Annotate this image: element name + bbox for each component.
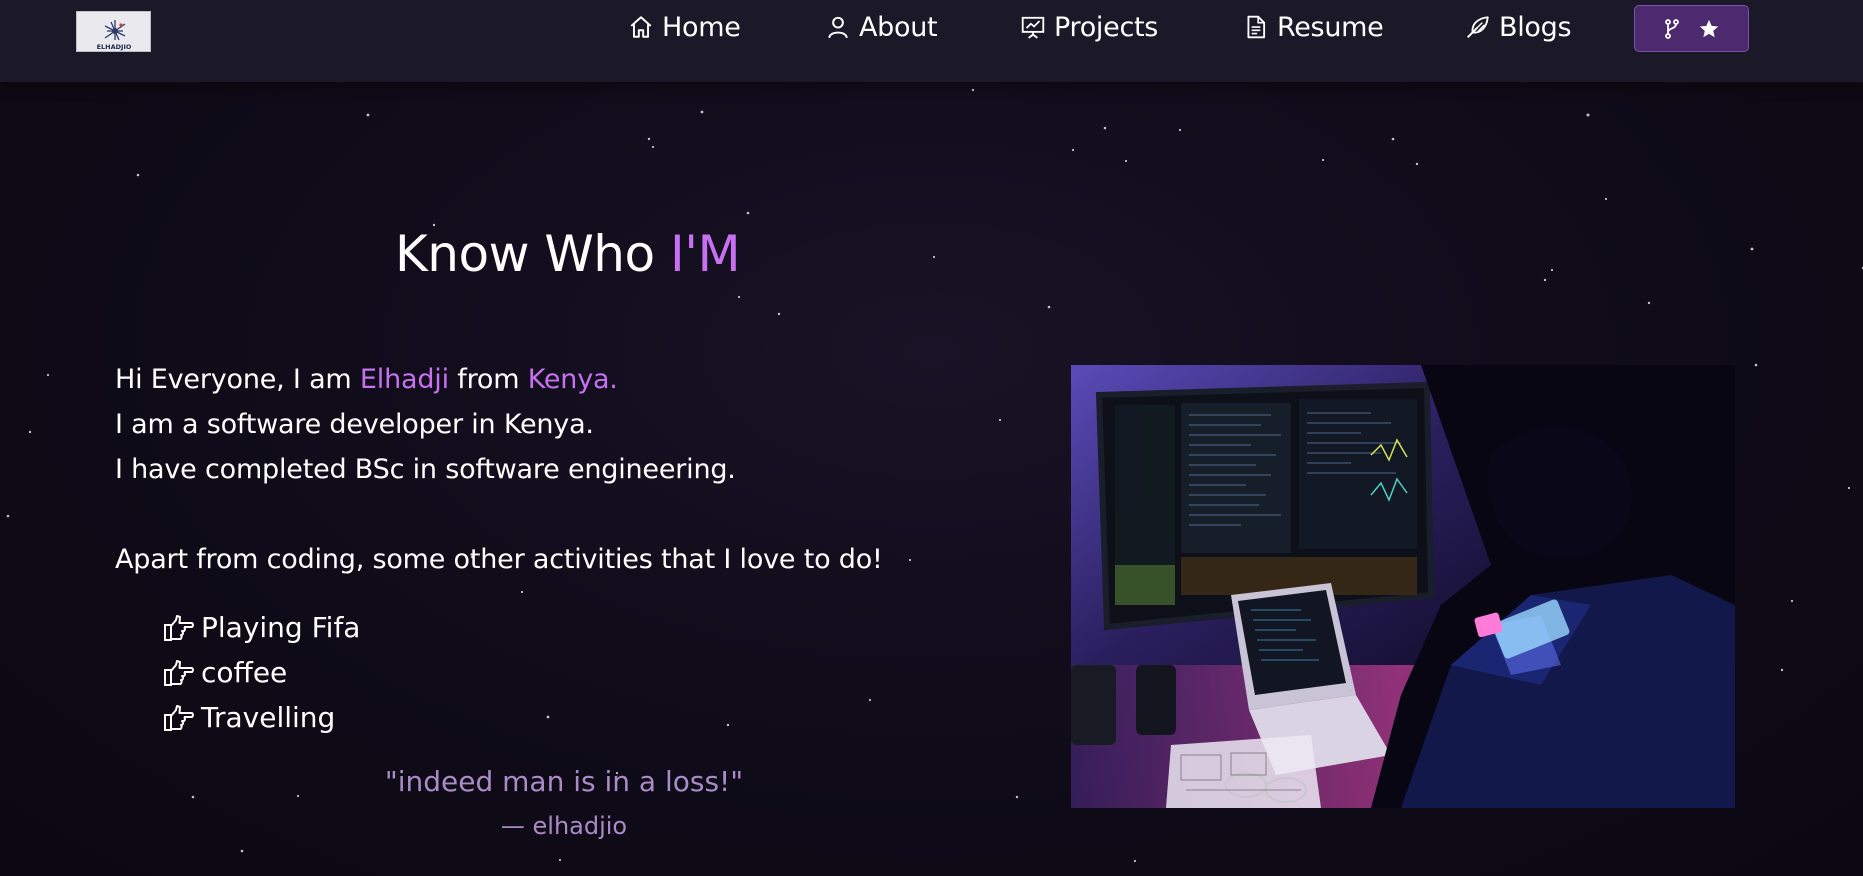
- nav-label-about: About: [859, 11, 938, 43]
- logo-mark-icon: ELHADJIO: [97, 20, 132, 51]
- nav-item-resume[interactable]: Resume: [1243, 6, 1384, 48]
- document-icon: [1247, 15, 1266, 39]
- feather-pen-icon: [1467, 16, 1489, 38]
- navbar: ELHADJIO Home About Projects Resume Blog…: [0, 0, 1863, 82]
- hand-pointing-right-icon: [164, 614, 194, 641]
- country-highlight: Kenya.: [527, 364, 618, 395]
- activities-intro: Apart from coding, some other activities…: [115, 544, 883, 575]
- name-highlight: Elhadji: [359, 364, 449, 395]
- nav-label-blogs: Blogs: [1499, 11, 1572, 43]
- git-fork-icon: [1664, 18, 1679, 39]
- star-icon: [1699, 19, 1718, 37]
- svg-text:ELHADJIO: ELHADJIO: [97, 43, 132, 51]
- quote-text: "indeed man is in a loss!": [384, 765, 744, 798]
- activity-label: Travelling: [201, 701, 336, 734]
- developer-workspace-image: [1071, 365, 1735, 808]
- activity-label: coffee: [201, 656, 288, 689]
- list-item: Playing Fifa: [163, 605, 360, 650]
- nav-item-blogs[interactable]: Blogs: [1465, 6, 1572, 48]
- nav-item-home[interactable]: Home: [628, 6, 741, 48]
- bio-text: Hi Everyone, I am Elhadji from Kenya. I …: [115, 357, 1015, 582]
- bio-line-developer: I am a software developer in Kenya.: [115, 409, 594, 440]
- activity-label: Playing Fifa: [201, 611, 361, 644]
- bio-line-intro: Hi Everyone, I am Elhadji from Kenya.: [115, 357, 1015, 402]
- github-fork-button[interactable]: [1634, 5, 1749, 52]
- page-title: Know Who I'M: [395, 225, 741, 283]
- title-highlight: I'M: [669, 225, 741, 283]
- site-logo[interactable]: ELHADJIO: [76, 11, 151, 52]
- nav-label-projects: Projects: [1054, 11, 1159, 43]
- intro-text-2: from: [457, 364, 520, 395]
- user-icon: [828, 16, 848, 39]
- activities-list: Playing Fifa coffee Travelling: [163, 605, 360, 740]
- home-icon: [630, 16, 652, 38]
- title-prefix: Know Who: [395, 225, 655, 283]
- hand-pointing-right-icon: [164, 659, 194, 686]
- quote-author: — elhadjio: [500, 812, 628, 840]
- nav-item-about[interactable]: About: [825, 6, 938, 48]
- hand-pointing-right-icon: [164, 704, 194, 731]
- presentation-icon: [1021, 16, 1045, 39]
- list-item: coffee: [163, 650, 360, 695]
- list-item: Travelling: [163, 695, 360, 740]
- intro-text-1: Hi Everyone, I am: [115, 364, 352, 395]
- nav-label-resume: Resume: [1277, 11, 1384, 43]
- nav-label-home: Home: [662, 11, 741, 43]
- bio-line-education: I have completed BSc in software enginee…: [115, 454, 736, 485]
- nav-item-projects[interactable]: Projects: [1020, 6, 1158, 48]
